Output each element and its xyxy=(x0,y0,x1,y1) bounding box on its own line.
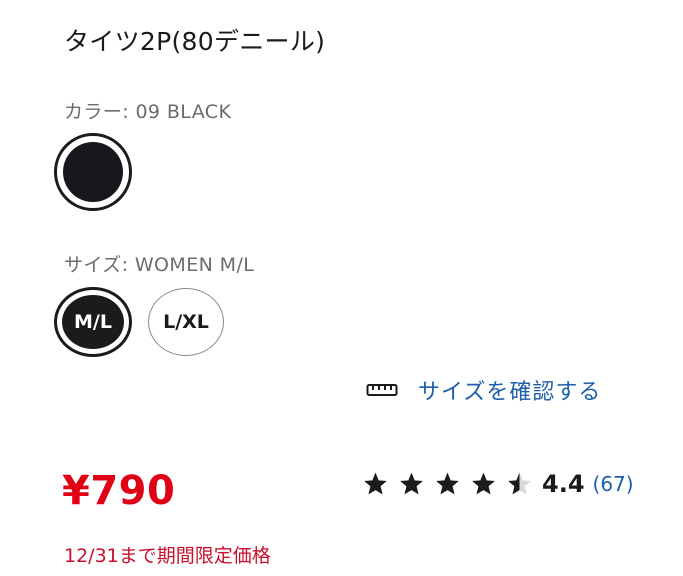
size-guide-link[interactable]: サイズを確認する xyxy=(366,374,601,406)
star-icon xyxy=(364,472,387,495)
size-option-label: M/L xyxy=(74,311,112,333)
size-label: サイズ: WOMEN M/L xyxy=(64,254,255,276)
swatch-fill xyxy=(63,142,123,202)
color-swatch-black[interactable] xyxy=(54,133,132,211)
promo-text: 12/31まで期間限定価格 xyxy=(64,545,271,567)
rating-score: 4.4 xyxy=(542,470,585,498)
star-icon xyxy=(472,472,495,495)
star-rating xyxy=(362,471,542,497)
price: ¥790 xyxy=(62,468,176,514)
half-star-icon xyxy=(508,472,531,495)
size-guide-text: サイズを確認する xyxy=(418,380,602,405)
ruler-icon xyxy=(366,384,398,396)
size-option-label: L/XL xyxy=(163,311,209,333)
size-option-lxl[interactable]: L/XL xyxy=(148,288,224,356)
color-label: カラー: 09 BLACK xyxy=(64,101,232,123)
rating-summary[interactable]: 4.4 (67) xyxy=(362,467,634,501)
product-title: タイツ2P(80デニール) xyxy=(64,27,326,56)
star-icon xyxy=(400,472,423,495)
review-count[interactable]: (67) xyxy=(593,472,634,496)
star-icon xyxy=(436,472,459,495)
size-option-ml[interactable]: M/L xyxy=(54,287,132,357)
